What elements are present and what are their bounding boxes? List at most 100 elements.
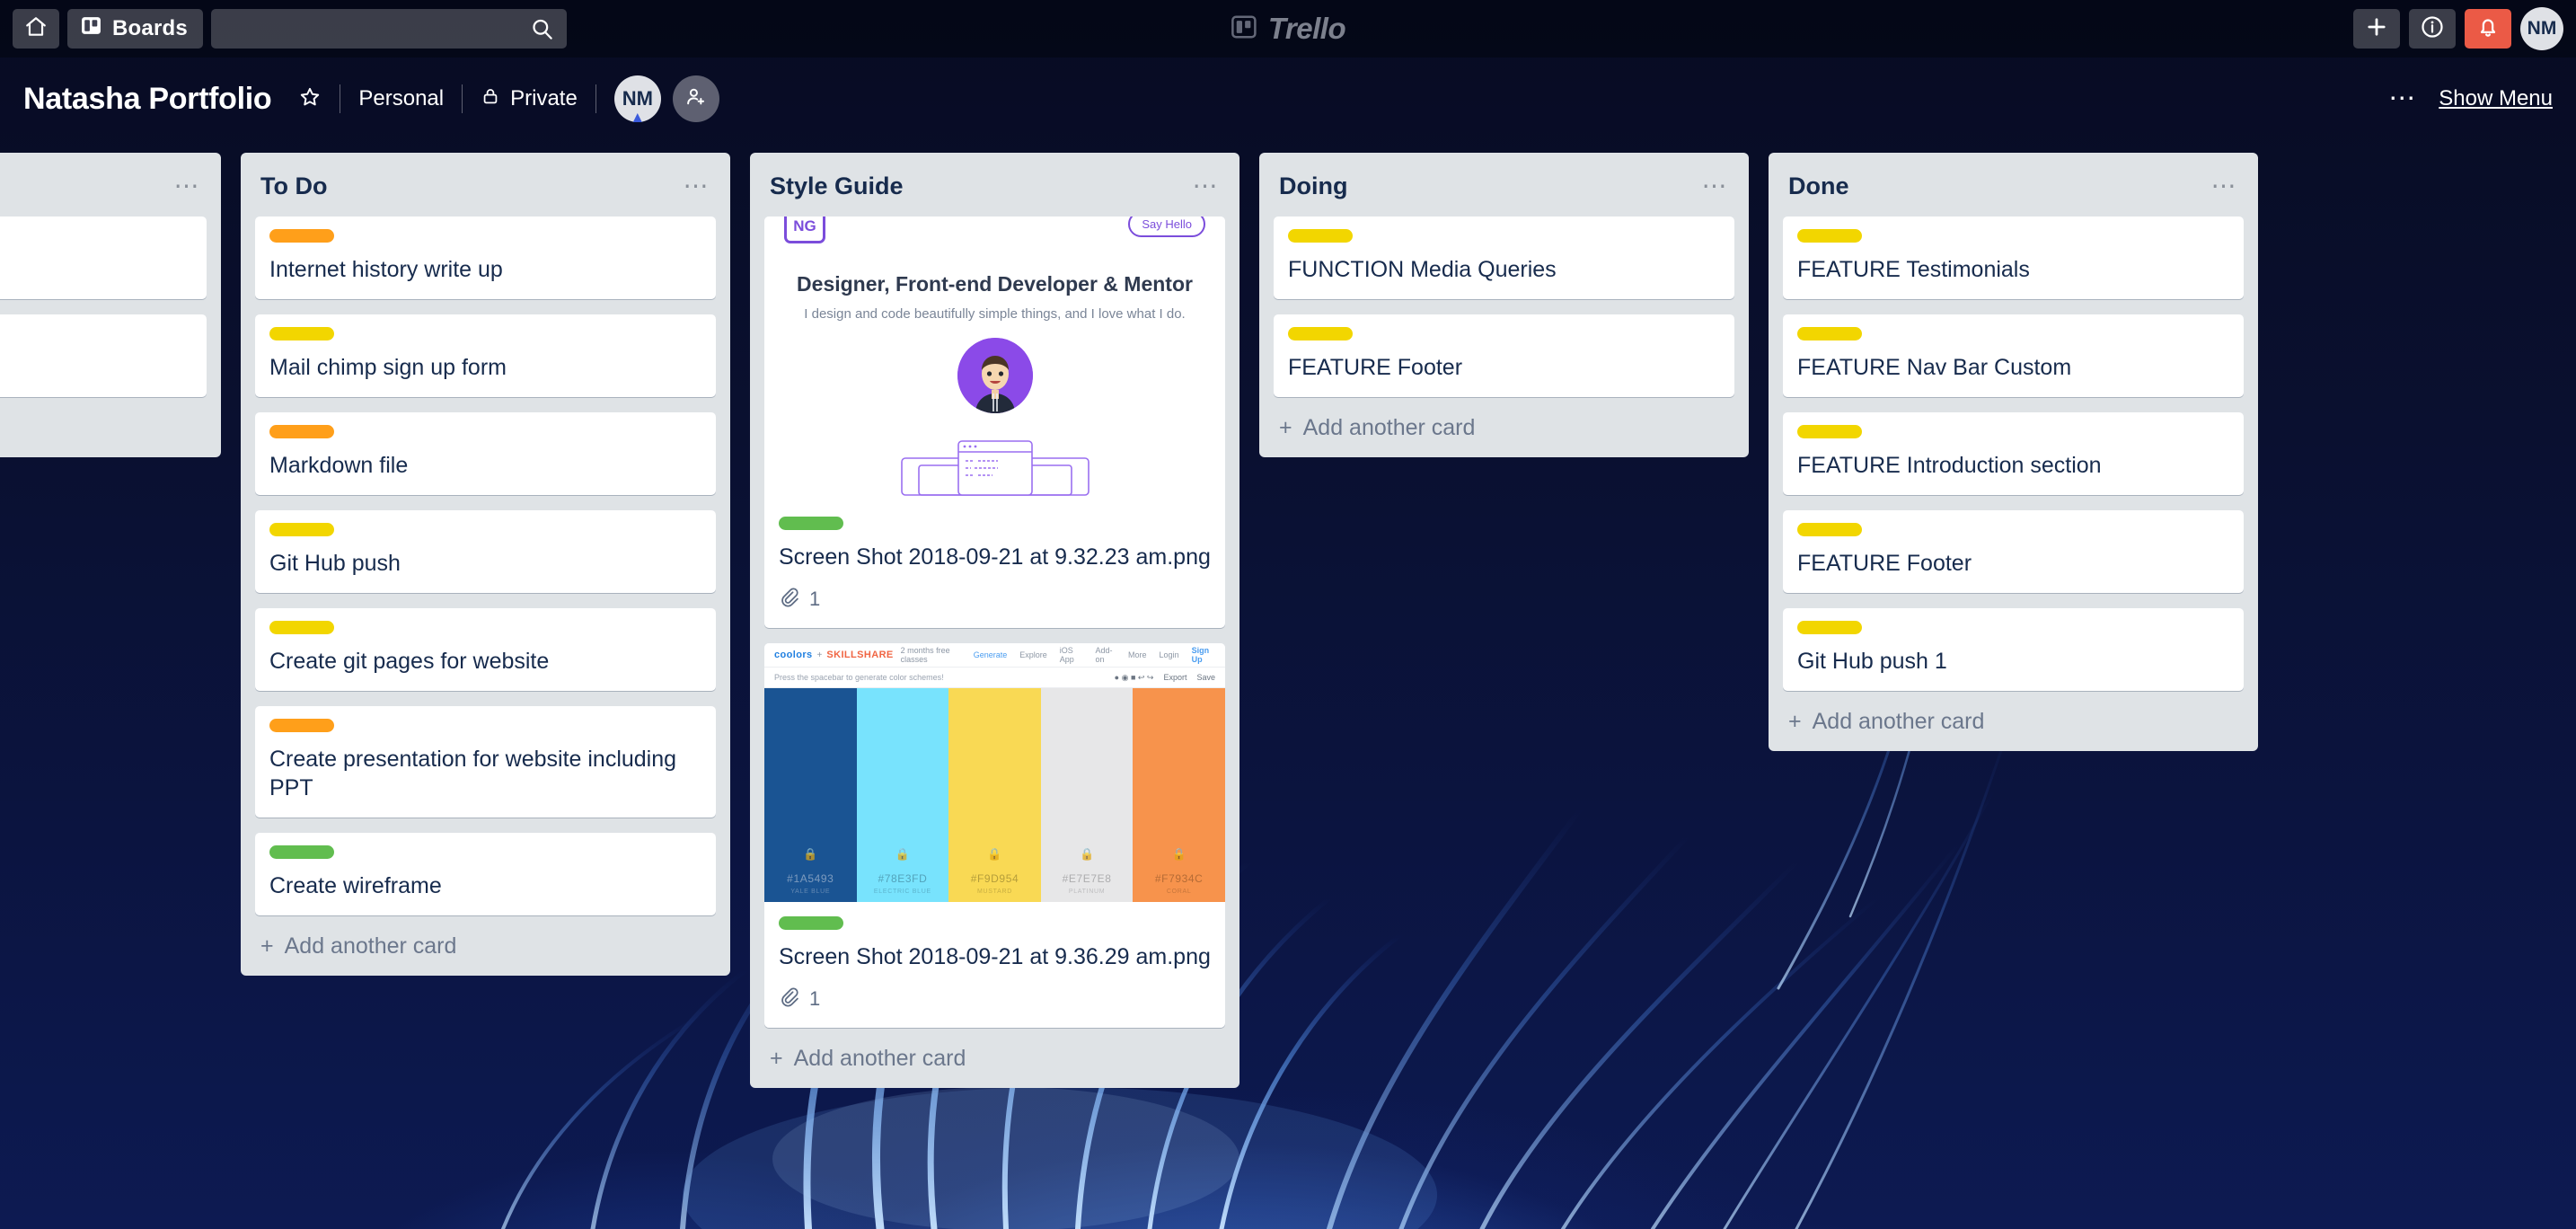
- top-navigation-bar: Boards Trello NM: [0, 0, 2576, 57]
- list-menu-button[interactable]: ⋯: [684, 172, 711, 199]
- list-item[interactable]: FEATURE Client logos: [0, 314, 207, 397]
- list-item[interactable]: Git Hub push: [255, 510, 716, 593]
- card-list: Internet history write up Mail chimp sig…: [241, 217, 730, 915]
- list-item[interactable]: Git Hub push 1: [1783, 608, 2244, 691]
- list-backlog[interactable]: Backlog ⋯ FEATURE Media logos FEATURE Cl…: [0, 153, 221, 457]
- user-avatar-initials: NM: [2527, 18, 2557, 39]
- card-label-yellow: [1797, 523, 1862, 536]
- notifications-button[interactable]: [2465, 9, 2511, 49]
- list-item[interactable]: Create presentation for website includin…: [255, 706, 716, 818]
- list-menu-button[interactable]: ⋯: [174, 172, 202, 199]
- coolors-palette: 🔒 #1A5493 YALE BLUE 🔒 #78E3FD ELECTRIC B…: [764, 688, 1225, 902]
- card-label-yellow: [1797, 327, 1862, 340]
- palette-hex: #E7E7E8: [1062, 872, 1112, 885]
- card-list: NG Say Hello Designer, Front-end Develop…: [750, 217, 1239, 1028]
- search-input[interactable]: [210, 18, 567, 40]
- list-item[interactable]: FEATURE Testimonials: [1783, 217, 2244, 299]
- visibility-button[interactable]: Private: [481, 86, 578, 112]
- list-item[interactable]: Markdown file: [255, 412, 716, 495]
- plus-icon: +: [1788, 709, 1802, 734]
- list-item[interactable]: Mail chimp sign up form: [255, 314, 716, 397]
- board-icon: [80, 14, 102, 43]
- list-done[interactable]: Done ⋯ FEATURE Testimonials FEATURE Nav …: [1769, 153, 2258, 751]
- list-item[interactable]: FEATURE Media logos: [0, 217, 207, 299]
- list-item[interactable]: FEATURE Introduction section: [1783, 412, 2244, 495]
- home-icon: [24, 15, 48, 43]
- plus-icon: +: [1279, 415, 1292, 440]
- list-item[interactable]: Create wireframe: [255, 833, 716, 915]
- list-menu-button[interactable]: ⋯: [1702, 172, 1730, 199]
- coolors-nav-addon: Add-on: [1095, 646, 1113, 664]
- user-avatar[interactable]: NM: [2520, 7, 2563, 50]
- board-more-button[interactable]: ⋯: [2388, 85, 2417, 112]
- list-item[interactable]: FUNCTION Media Queries: [1274, 217, 1734, 299]
- board-lists-container[interactable]: ⋯ d well y can urce vide ant bers s ⋯ Ba…: [0, 153, 2576, 1229]
- list-item[interactable]: NG Say Hello Designer, Front-end Develop…: [764, 217, 1225, 628]
- board-title[interactable]: Natasha Portfolio: [23, 82, 272, 117]
- list-item[interactable]: FEATURE Footer: [1783, 510, 2244, 593]
- home-button[interactable]: [13, 9, 59, 49]
- card-list: FEATURE Testimonials FEATURE Nav Bar Cus…: [1769, 217, 2258, 691]
- list-header: Done ⋯: [1769, 153, 2258, 217]
- invite-member-button[interactable]: [672, 75, 719, 122]
- card-label-orange: [269, 425, 334, 438]
- list-menu-button[interactable]: ⋯: [2211, 172, 2239, 199]
- attachment-count: 1: [809, 987, 821, 1010]
- lock-icon: 🔒: [803, 847, 818, 861]
- card-label-yellow: [1288, 327, 1353, 340]
- card-title: Screen Shot 2018-09-21 at 9.32.23 am.png: [779, 544, 1211, 570]
- add-card-button[interactable]: + Add another card: [241, 915, 730, 972]
- palette-name: PLATINUM: [1068, 889, 1106, 895]
- list-style-guide[interactable]: Style Guide ⋯ NG Say Hello Designer, Fro…: [750, 153, 1239, 1088]
- card-title: FEATURE Footer: [1797, 551, 1972, 576]
- list-doing[interactable]: Doing ⋯ FUNCTION Media Queries FEATURE F…: [1259, 153, 1749, 457]
- board-header-actions: ⋯ Show Menu: [2388, 85, 2553, 112]
- trello-brand[interactable]: Trello: [1231, 12, 1346, 46]
- palette-name: MUSTARD: [976, 889, 1012, 895]
- list-title: Style Guide: [770, 172, 904, 199]
- lock-icon: 🔒: [987, 847, 1002, 861]
- list-header: Style Guide ⋯: [750, 153, 1239, 217]
- card-label-yellow: [1797, 425, 1862, 438]
- coolors-hint: Press the spacebar to generate color sch…: [774, 673, 944, 682]
- palette-swatch-5: 🔒 #F7934C CORAL: [1133, 688, 1225, 902]
- palette-hex: #78E3FD: [878, 872, 928, 885]
- persona-logo-icon: NG: [784, 217, 825, 243]
- card-label-orange: [269, 719, 334, 732]
- add-card-button[interactable]: + Add another card: [1769, 691, 2258, 747]
- list-item[interactable]: FEATURE Footer: [1274, 314, 1734, 397]
- card-cover-image-coolors: coolors + SKILLSHARE 2 months free class…: [764, 643, 1225, 902]
- persona-wireframe-illustration: [900, 440, 1090, 500]
- add-button[interactable]: [2353, 9, 2400, 49]
- card-label-yellow: [1797, 229, 1862, 243]
- list-todo[interactable]: To Do ⋯ Internet history write up Mail c…: [241, 153, 730, 976]
- team-name[interactable]: Personal: [358, 86, 444, 111]
- coolors-nav-generate: Generate: [973, 650, 1008, 659]
- card-title: Markdown file: [269, 453, 409, 478]
- search-box[interactable]: [210, 9, 567, 49]
- add-card-label: Add another card: [1812, 709, 1985, 734]
- card-list: FEATURE Media logos FEATURE Client logos: [0, 217, 221, 397]
- lock-icon: 🔒: [1079, 847, 1095, 861]
- list-item[interactable]: FEATURE Nav Bar Custom: [1783, 314, 2244, 397]
- boards-button[interactable]: Boards: [67, 9, 203, 49]
- add-card-button[interactable]: + Add another card: [750, 1028, 1239, 1084]
- show-menu-button[interactable]: Show Menu: [2439, 86, 2553, 111]
- add-card-button[interactable]: + Add another card: [1259, 397, 1749, 454]
- attachment-count: 1: [809, 588, 821, 610]
- list-title: Doing: [1279, 172, 1348, 199]
- search-icon[interactable]: [530, 17, 554, 41]
- palette-swatch-1: 🔒 #1A5493 YALE BLUE: [764, 688, 857, 902]
- list-header: Backlog ⋯: [0, 153, 221, 217]
- star-button[interactable]: [298, 85, 322, 113]
- list-menu-button[interactable]: ⋯: [1193, 172, 1221, 199]
- list-item[interactable]: Internet history write up: [255, 217, 716, 299]
- board-member-avatar[interactable]: NM ▲: [613, 75, 661, 125]
- persona-subheading: I design and code beautifully simple thi…: [804, 306, 1186, 322]
- card-title: FEATURE Client logos: [0, 353, 192, 382]
- add-card-button[interactable]: + Add another card: [0, 397, 221, 454]
- coolors-nav-explore: Explore: [1019, 650, 1047, 659]
- list-item[interactable]: coolors + SKILLSHARE 2 months free class…: [764, 643, 1225, 1028]
- list-item[interactable]: Create git pages for website: [255, 608, 716, 691]
- information-button[interactable]: [2409, 9, 2456, 49]
